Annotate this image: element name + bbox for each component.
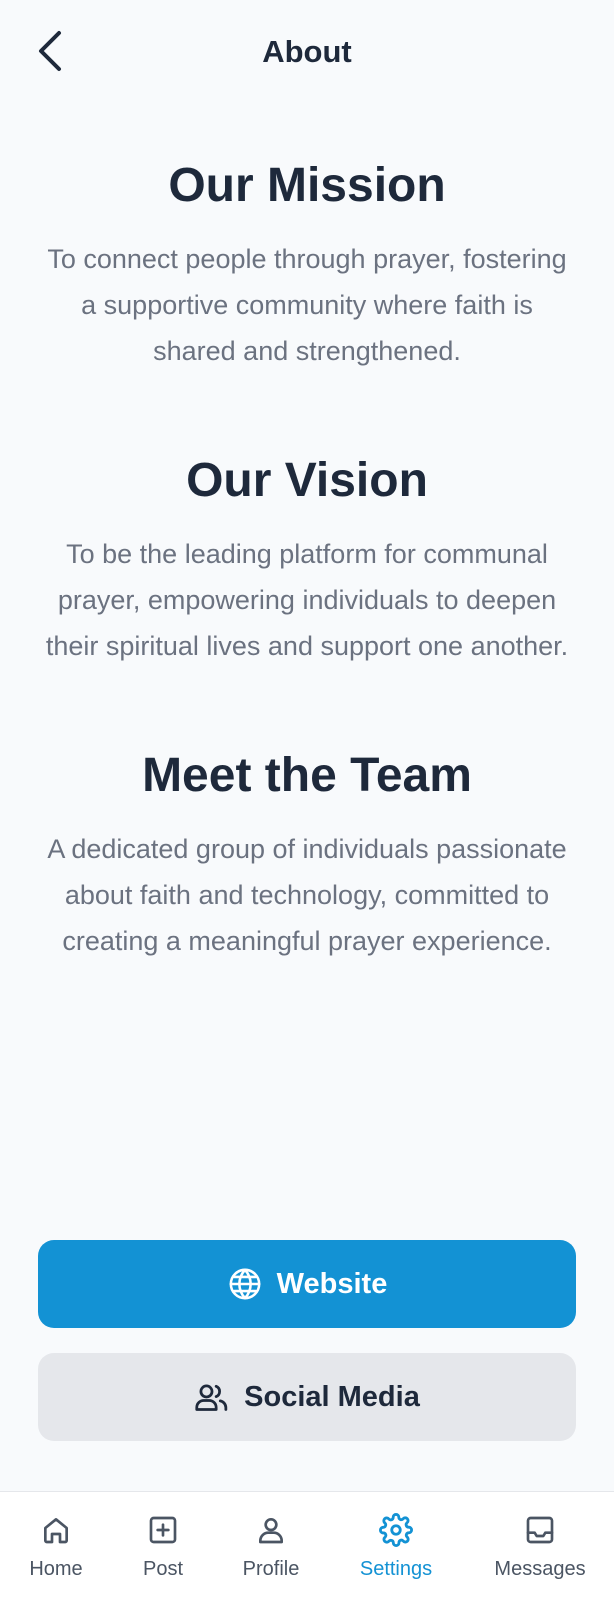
social-media-button-label: Social Media bbox=[244, 1380, 420, 1413]
vision-heading: Our Vision bbox=[186, 454, 428, 507]
social-media-button[interactable]: Social Media bbox=[38, 1353, 576, 1441]
mission-section: Our Mission To connect people through pr… bbox=[0, 150, 614, 374]
team-section: Meet the Team A dedicated group of indiv… bbox=[0, 740, 614, 964]
team-text: A dedicated group of individuals passion… bbox=[47, 834, 567, 956]
mission-text: To connect people through prayer, foster… bbox=[47, 244, 567, 366]
tab-home-label: Home bbox=[29, 1558, 83, 1580]
plus-square-icon bbox=[145, 1512, 181, 1548]
tab-profile-label: Profile bbox=[242, 1558, 300, 1580]
tab-profile[interactable]: Profile bbox=[236, 1492, 306, 1601]
mission-heading: Our Mission bbox=[168, 159, 446, 212]
users-icon bbox=[194, 1379, 230, 1415]
tab-settings[interactable]: Settings bbox=[354, 1492, 438, 1601]
tab-home[interactable]: Home bbox=[25, 1492, 87, 1601]
vision-text: To be the leading platform for communal … bbox=[45, 539, 569, 661]
tab-post-label: Post bbox=[142, 1558, 184, 1580]
tab-post[interactable]: Post bbox=[138, 1492, 188, 1601]
team-heading: Meet the Team bbox=[142, 749, 472, 802]
vision-section: Our Vision To be the leading platform fo… bbox=[0, 445, 614, 669]
website-button[interactable]: Website bbox=[38, 1240, 576, 1328]
tab-settings-label: Settings bbox=[359, 1558, 433, 1580]
gear-icon bbox=[378, 1512, 414, 1548]
bottom-tab-bar: Home Post Profile Settings Messages bbox=[0, 1491, 614, 1601]
website-button-label: Website bbox=[276, 1267, 388, 1300]
tab-messages-label: Messages bbox=[494, 1558, 586, 1580]
inbox-icon bbox=[522, 1512, 558, 1548]
home-icon bbox=[38, 1512, 74, 1548]
globe-icon bbox=[227, 1266, 263, 1302]
header-bar: About bbox=[0, 0, 614, 106]
user-icon bbox=[253, 1512, 289, 1548]
about-content: Our Mission To connect people through pr… bbox=[0, 150, 614, 964]
page-title: About bbox=[262, 34, 352, 69]
tab-messages[interactable]: Messages bbox=[488, 1492, 592, 1601]
